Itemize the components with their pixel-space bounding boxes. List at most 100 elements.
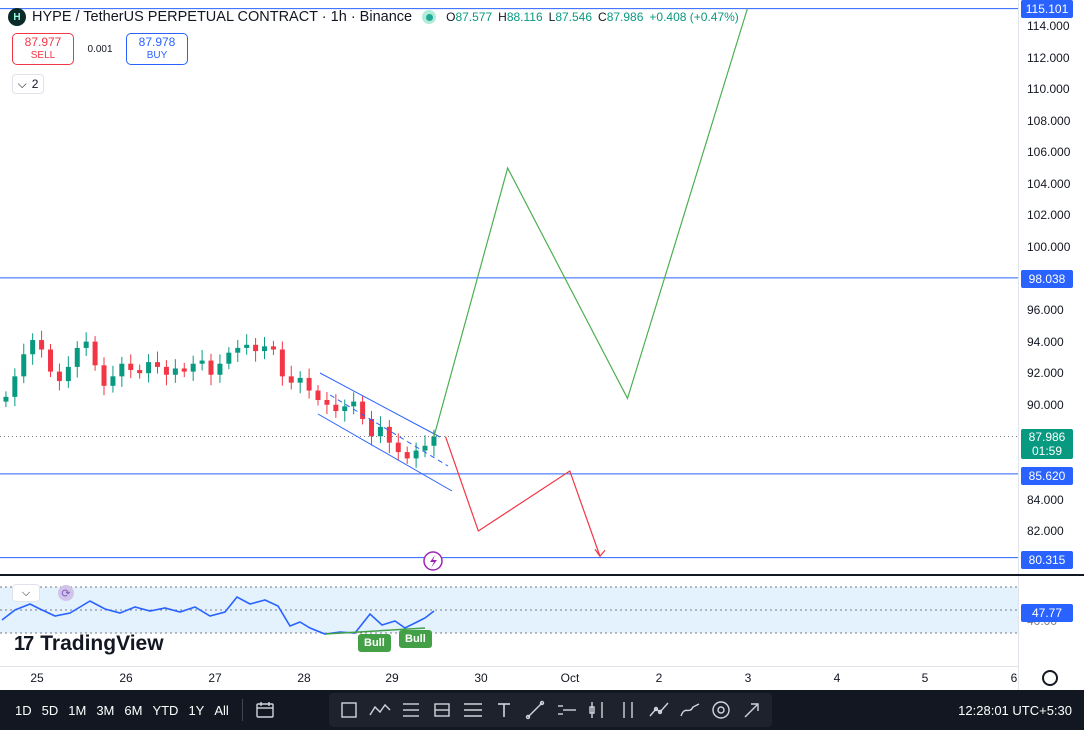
timeframe-ytd[interactable]: YTD <box>147 703 183 718</box>
tradingview-logo[interactable]: 17 TradingView <box>14 632 164 656</box>
symbol-title[interactable]: HYPE / TetherUS PERPETUAL CONTRACT · 1h … <box>32 9 412 25</box>
candle-body <box>324 400 330 405</box>
candle-body <box>119 363 125 377</box>
time-label: 25 <box>30 671 44 685</box>
timeframe-1m[interactable]: 1M <box>63 703 91 718</box>
candle-body <box>101 365 107 386</box>
candle-body <box>172 368 178 375</box>
eye-icon[interactable] <box>707 696 735 724</box>
current-price: 87.986 <box>1028 430 1066 444</box>
candle-body <box>253 344 259 352</box>
ohlc-change: +0.408 (+0.47%) <box>649 10 739 24</box>
text-icon[interactable] <box>490 696 518 724</box>
calendar-range-icon[interactable] <box>251 696 279 724</box>
trade-panel: 87.977 SELL 0.001 87.978 BUY <box>12 33 188 65</box>
time-label: 28 <box>297 671 311 685</box>
candle-body <box>226 352 232 364</box>
timeframe-1d[interactable]: 1D <box>10 703 37 718</box>
timeframe-1y[interactable]: 1Y <box>183 703 209 718</box>
time-axis[interactable]: 25 26 27 28 29 30 Oct 2 3 4 5 6 <box>0 666 1018 690</box>
buy-button[interactable]: 87.978 BUY <box>126 33 188 65</box>
time-label: 29 <box>385 671 399 685</box>
indicator-count: 2 <box>31 77 39 91</box>
symbol-header: H HYPE / TetherUS PERPETUAL CONTRACT · 1… <box>8 6 739 28</box>
candle-body <box>217 363 223 375</box>
short-position-icon[interactable] <box>428 696 456 724</box>
timeframe-3m[interactable]: 3M <box>91 703 119 718</box>
candle-body <box>351 401 357 407</box>
indicators-toggle-button[interactable]: ⌵ 2 <box>12 74 44 94</box>
buy-label: BUY <box>146 50 168 61</box>
candle-body <box>146 362 152 374</box>
bearish-projection-path <box>444 436 601 557</box>
time-label: 26 <box>119 671 133 685</box>
arrow-icon[interactable] <box>738 696 766 724</box>
candle-body <box>413 450 419 459</box>
ohlc-values: O87.577 H88.116 L87.546 C87.986 +0.408 (… <box>446 10 739 24</box>
timeframe-5d[interactable]: 5D <box>37 703 64 718</box>
candle-body <box>369 418 375 437</box>
bottom-toolbar: 1D 5D 1M 3M 6M YTD 1Y All 12:28:01 UTC+5… <box>0 690 1084 730</box>
ohlc-low: L87.546 <box>548 10 593 24</box>
time-label: Oct <box>560 671 580 685</box>
brush-icon[interactable] <box>676 696 704 724</box>
market-open-icon <box>422 10 437 24</box>
candle-body <box>270 346 276 350</box>
candle-body <box>288 376 294 383</box>
price-tick: 90.000 <box>1027 398 1064 412</box>
price-tick: 92.000 <box>1027 366 1064 380</box>
candle-body <box>315 390 321 401</box>
time-label: 30 <box>474 671 488 685</box>
candle-body <box>199 360 205 364</box>
bar-countdown: 01:59 <box>1031 444 1063 458</box>
timeframe-all[interactable]: All <box>209 703 233 718</box>
candle-body <box>262 346 268 352</box>
horizontal-ray-icon[interactable] <box>552 696 580 724</box>
candle-body <box>163 366 169 375</box>
candle-body <box>12 376 18 397</box>
price-axis[interactable]: 114.000 112.000 110.000 108.000 106.000 … <box>1018 0 1084 730</box>
candle-body <box>21 354 27 377</box>
clock[interactable]: 12:28:01 UTC+5:30 <box>958 703 1072 718</box>
drawing-tools <box>328 693 772 727</box>
chart-settings-icon[interactable] <box>1042 670 1058 686</box>
candle-body <box>235 347 241 353</box>
candle-body <box>137 370 143 374</box>
candle-body <box>56 371 62 382</box>
level-label-top: 115.101 <box>1021 0 1073 18</box>
price-tick: 100.000 <box>1027 240 1071 254</box>
tradingview-wordmark: TradingView <box>40 632 164 655</box>
date-range-icon[interactable] <box>583 696 611 724</box>
current-price-label: 87.986 01:59 <box>1021 429 1073 459</box>
price-tick: 112.000 <box>1027 51 1070 65</box>
time-label: 27 <box>208 671 222 685</box>
candle-body <box>128 363 134 371</box>
sync-icon[interactable]: ⟳ <box>58 585 74 601</box>
sell-button[interactable]: 87.977 SELL <box>12 33 74 65</box>
tradingview-mark-icon: 17 <box>14 632 34 655</box>
candle-body <box>279 349 285 377</box>
price-tick: 102.000 <box>1027 208 1071 222</box>
ohlc-high: H88.116 <box>498 10 543 24</box>
rectangle-icon[interactable] <box>335 696 363 724</box>
candle-body <box>208 360 214 375</box>
timeframe-6m[interactable]: 6M <box>119 703 147 718</box>
trend-line-icon[interactable] <box>521 696 549 724</box>
candle-body <box>333 404 339 412</box>
long-position-icon[interactable] <box>397 696 425 724</box>
candle-body <box>3 396 9 402</box>
hyperliquid-logo-icon: H <box>8 8 26 26</box>
time-label: 3 <box>744 671 752 685</box>
candle-body <box>74 347 80 367</box>
price-range-icon[interactable] <box>614 696 642 724</box>
main-chart-pane[interactable] <box>0 0 1018 575</box>
candle-body <box>65 366 71 382</box>
price-tick: 110.000 <box>1027 82 1070 96</box>
xabcd-pattern-icon[interactable] <box>645 696 673 724</box>
price-chart[interactable] <box>0 0 1018 575</box>
parallel-channel-icon[interactable] <box>459 696 487 724</box>
path-icon[interactable] <box>366 696 394 724</box>
rsi-collapse-button[interactable]: ⌵ <box>12 584 40 602</box>
candle-body <box>92 341 98 366</box>
candle-body <box>342 406 348 412</box>
